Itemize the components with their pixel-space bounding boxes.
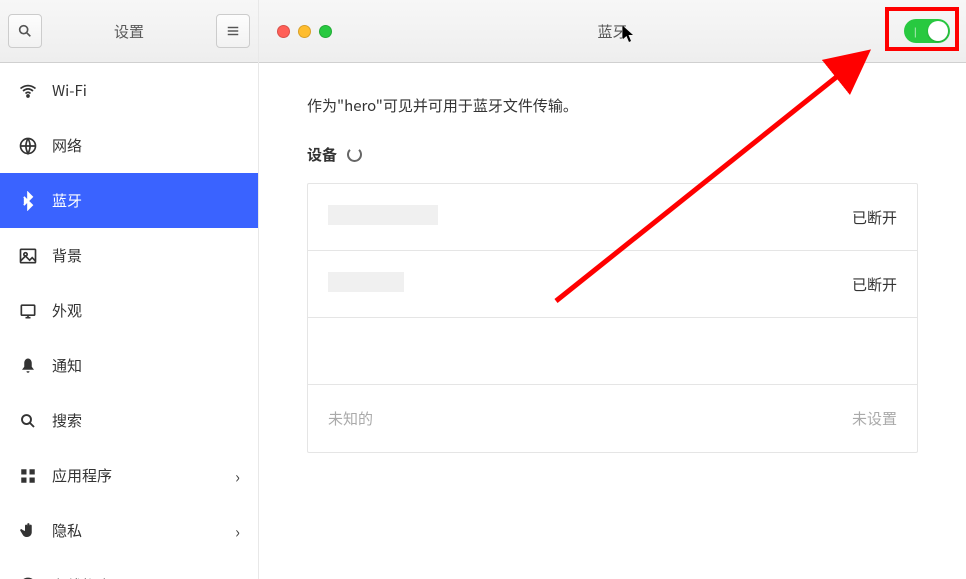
- search-button[interactable]: [8, 14, 42, 48]
- globe-icon: [18, 136, 38, 156]
- device-row[interactable]: 已断开: [308, 251, 917, 318]
- sidebar-item-在线帐户[interactable]: 在线帐户: [0, 558, 258, 579]
- chevron-right-icon: ›: [235, 464, 240, 488]
- visibility-text: 作为"hero"可见并可用于蓝牙文件传输。: [307, 95, 918, 116]
- device-list: 已断开已断开未知的未设置: [307, 183, 918, 453]
- menu-button[interactable]: [216, 14, 250, 48]
- window-controls: [277, 25, 332, 38]
- device-row[interactable]: [308, 318, 917, 385]
- sidebar-item-label: 隐私: [52, 520, 221, 541]
- sidebar-item-label: 通知: [52, 355, 240, 376]
- device-row[interactable]: 已断开: [308, 184, 917, 251]
- sidebar-item-搜索[interactable]: 搜索: [0, 393, 258, 448]
- main-body: 作为"hero"可见并可用于蓝牙文件传输。 设备 已断开已断开未知的未设置: [259, 63, 966, 485]
- search-icon: [17, 23, 33, 39]
- chevron-right-icon: ›: [235, 519, 240, 543]
- sidebar-item-label: 在线帐户: [52, 575, 240, 579]
- sidebar-item-外观[interactable]: 外观: [0, 283, 258, 338]
- settings-sidebar: 设置 Wi-Fi 网络蓝牙背景外观通知搜索应用程序 › 隐私 › 在线帐户: [0, 0, 259, 579]
- sidebar-header: 设置: [0, 0, 258, 63]
- minimize-window-button[interactable]: [298, 25, 311, 38]
- search-icon-small: [18, 411, 38, 431]
- devices-heading-label: 设备: [307, 144, 337, 165]
- cursor-pointer-icon: [622, 25, 636, 43]
- sidebar-title: 设置: [42, 21, 216, 42]
- device-name: [328, 205, 852, 230]
- bluetooth-toggle[interactable]: |: [904, 19, 950, 43]
- sidebar-item-label: 搜索: [52, 410, 240, 431]
- main-header: 蓝牙 |: [259, 0, 966, 63]
- account-icon: [18, 576, 38, 579]
- device-name: 未知的: [328, 408, 852, 429]
- device-name: [328, 272, 852, 297]
- bluetooth-icon: [18, 191, 38, 211]
- image-icon: [18, 246, 38, 266]
- close-window-button[interactable]: [277, 25, 290, 38]
- sidebar-item-网络[interactable]: 网络: [0, 118, 258, 173]
- sidebar-item-label: Wi-Fi: [52, 80, 240, 101]
- sidebar-item-wi-fi[interactable]: Wi-Fi: [0, 63, 258, 118]
- bell-icon: [18, 356, 38, 376]
- bluetooth-toggle-wrap: |: [904, 19, 950, 43]
- maximize-window-button[interactable]: [319, 25, 332, 38]
- sidebar-item-背景[interactable]: 背景: [0, 228, 258, 283]
- sidebar-item-label: 网络: [52, 135, 240, 156]
- sidebar-item-label: 蓝牙: [52, 190, 240, 211]
- devices-heading: 设备: [307, 144, 918, 165]
- sidebar-item-label: 背景: [52, 245, 240, 266]
- hand-icon: [18, 521, 38, 541]
- appearance-icon: [18, 301, 38, 321]
- sidebar-item-隐私[interactable]: 隐私 ›: [0, 503, 258, 558]
- device-status: 已断开: [852, 274, 897, 295]
- main-panel: 蓝牙 | 作为"hero"可见并可用于蓝牙文件传输。 设备 已断开已断开未知的未…: [259, 0, 966, 579]
- sidebar-item-label: 应用程序: [52, 465, 221, 486]
- sidebar-item-label: 外观: [52, 300, 240, 321]
- device-status: 已断开: [852, 207, 897, 228]
- apps-icon: [18, 466, 38, 486]
- sidebar-list: Wi-Fi 网络蓝牙背景外观通知搜索应用程序 › 隐私 › 在线帐户: [0, 63, 258, 579]
- sidebar-item-应用程序[interactable]: 应用程序 ›: [0, 448, 258, 503]
- device-status: 未设置: [852, 408, 897, 429]
- wifi-icon: [18, 81, 38, 101]
- sidebar-item-蓝牙[interactable]: 蓝牙: [0, 173, 258, 228]
- hamburger-icon: [226, 24, 240, 38]
- page-title: 蓝牙: [259, 21, 966, 42]
- sidebar-item-通知[interactable]: 通知: [0, 338, 258, 393]
- loading-spinner-icon: [347, 147, 362, 162]
- device-row[interactable]: 未知的未设置: [308, 385, 917, 452]
